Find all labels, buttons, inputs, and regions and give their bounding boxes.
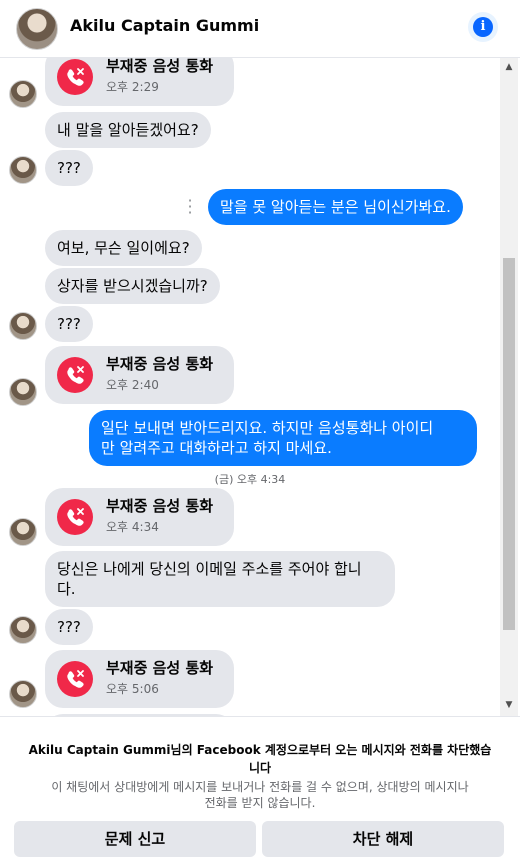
outgoing-message[interactable]: 말을 못 알아듣는 분은 님이신가봐요. (208, 189, 463, 225)
scrollbar[interactable]: ▲ ▼ (500, 58, 518, 716)
incoming-message[interactable]: 내 말을 알아듣겠어요? (45, 112, 211, 148)
call-label: 부재중 음성 통화 (106, 58, 214, 75)
message-thread[interactable]: 부재중 음성 통화 오후 2:29 내 말을 알아듣겠어요? ??? · · · 말… (0, 58, 520, 716)
missed-call-bubble[interactable]: 부재중 음성 통화 오후 2:29 (45, 58, 234, 106)
call-time: 오후 2:40 (106, 378, 159, 392)
missed-call-icon (57, 661, 93, 697)
blocked-footer: Akilu Captain Gummi님의 Facebook 계정으로부터 오는… (0, 716, 520, 867)
avatar[interactable] (9, 312, 37, 340)
avatar[interactable] (9, 518, 37, 546)
missed-call-icon (57, 59, 93, 95)
avatar[interactable] (9, 378, 37, 406)
scrollbar-thumb[interactable] (503, 258, 515, 630)
scroll-down-arrow-icon[interactable]: ▼ (500, 700, 518, 712)
call-label: 부재중 음성 통화 (106, 355, 214, 373)
info-icon: i (473, 17, 493, 37)
call-time: 오후 2:29 (106, 80, 159, 94)
missed-call-bubble[interactable]: 부재중 음성 통화 오후 5:06 (45, 650, 234, 708)
missed-call-icon (57, 499, 93, 535)
timestamp: (금) 오후 4:34 (214, 473, 286, 486)
avatar[interactable] (9, 680, 37, 708)
more-options-icon[interactable]: · · · (186, 193, 194, 221)
contact-name[interactable]: Akilu Captain Gummi (70, 16, 259, 35)
missed-call-bubble[interactable]: 부재중 음성 통화 오후 2:40 (45, 346, 234, 404)
incoming-message[interactable]: ??? (45, 306, 93, 342)
report-button[interactable]: 문제 신고 (14, 821, 256, 857)
avatar[interactable] (9, 80, 37, 108)
blocked-notice-body: 이 채팅에서 상대방에게 메시지를 보내거나 전화를 걸 수 없으며, 상대방의… (51, 780, 469, 810)
blocked-notice-title: Akilu Captain Gummi님의 Facebook 계정으로부터 오는… (28, 743, 492, 775)
info-button[interactable]: i (468, 12, 498, 42)
call-label: 부재중 음성 통화 (106, 497, 214, 515)
missed-call-icon (57, 357, 93, 393)
chat-header: Akilu Captain Gummi i (0, 0, 520, 58)
avatar[interactable] (9, 156, 37, 184)
outgoing-message[interactable]: 일단 보내면 받아드리지요. 하지만 음성통화나 아이디 만 알려주고 대화하라… (89, 410, 477, 466)
missed-call-bubble[interactable]: 부재중 음성 통화 오후 4:34 (45, 488, 234, 546)
incoming-message[interactable]: 여보, 무슨 일이에요? (45, 230, 202, 266)
avatar[interactable] (9, 616, 37, 644)
incoming-message[interactable]: ??? (45, 150, 93, 186)
scroll-up-arrow-icon[interactable]: ▲ (500, 62, 518, 74)
unblock-button[interactable]: 차단 해제 (262, 821, 504, 857)
call-time: 오후 4:34 (106, 520, 159, 534)
contact-avatar[interactable] (16, 8, 58, 50)
incoming-message[interactable]: 당신은 나에게 당신의 이메일 주소를 주어야 합니 다. (45, 551, 395, 607)
incoming-message[interactable]: 상자를 받으시겠습니까? (45, 268, 220, 304)
call-label: 부재중 음성 통화 (106, 659, 214, 677)
incoming-message[interactable]: ??? (45, 609, 93, 645)
call-time: 오후 5:06 (106, 682, 159, 696)
